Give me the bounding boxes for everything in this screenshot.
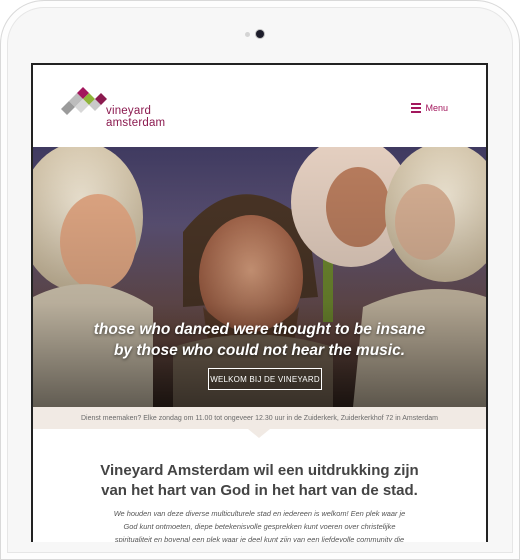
brand-line1: vineyard (106, 105, 152, 117)
intro-body-line3: spiritualiteit en bovenal een plek waar … (114, 535, 405, 542)
service-info-text: Dienst meemaken? Elke zondag om 11.00 to… (80, 414, 439, 422)
intro-body: We houden van deze diverse multiculturel… (73, 507, 446, 542)
service-info-strip: Dienst meemaken? Elke zondag om 11.00 to… (33, 407, 486, 429)
brand-line2: amsterdam (106, 117, 166, 129)
vineyard-logo-icon[interactable] (59, 83, 111, 117)
intro-title: Vineyard Amsterdam wil een uitdrukking z… (53, 461, 466, 501)
quote-line2: by those who could not hear the music. (113, 342, 406, 359)
sensor-dot (245, 32, 250, 37)
welcome-button[interactable]: WELKOM BIJ DE VINEYARD (208, 368, 322, 390)
tablet-screen: vineyard amsterdam Menu those who danced… (31, 63, 488, 542)
intro-body-line1: We houden van deze diverse multiculturel… (113, 509, 406, 518)
hamburger-icon (411, 103, 422, 113)
strip-arrow (248, 429, 270, 438)
brand-wordmark[interactable]: vineyard amsterdam (106, 105, 165, 129)
intro-body-line2: God kunt ontmoeten, diepe betekenisvolle… (123, 522, 396, 531)
hero-quote: those who danced were thought to be insa… (33, 319, 486, 361)
quote-line1: those who danced were thought to be insa… (93, 321, 426, 338)
menu-button[interactable]: Menu (411, 103, 448, 113)
camera-lens (256, 30, 264, 38)
hero-banner: those who danced were thought to be insa… (33, 147, 486, 407)
intro-title-line1: Vineyard Amsterdam wil een uitdrukking z… (100, 462, 419, 479)
menu-label: Menu (425, 103, 448, 113)
site-header: vineyard amsterdam Menu (33, 65, 486, 147)
intro-title-line2: van het hart van God in het hart van de … (101, 482, 418, 499)
